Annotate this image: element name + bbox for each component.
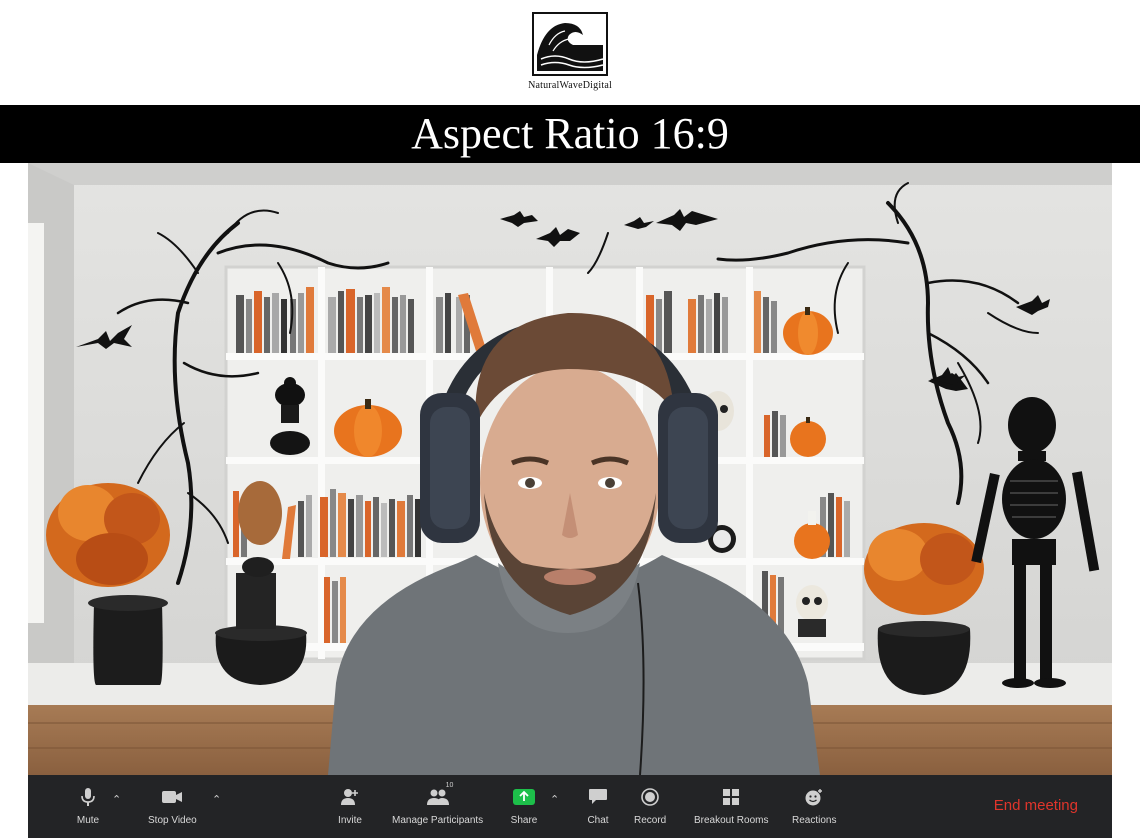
invite-button[interactable]: Invite (336, 785, 364, 826)
mute-options-chevron-icon[interactable]: ⌃ (112, 793, 121, 806)
participant-count-badge: 10 (445, 782, 454, 789)
breakout-rooms-label: Breakout Rooms (694, 815, 769, 826)
record-icon (636, 785, 664, 809)
halloween-room-image (28, 163, 1112, 775)
add-person-icon (336, 785, 364, 809)
wave-logo-icon (537, 23, 604, 71)
title-banner: Aspect Ratio 16:9 (0, 105, 1140, 163)
mute-label: Mute (76, 815, 100, 826)
mute-button[interactable]: Mute (74, 785, 102, 826)
emoji-icon (800, 785, 828, 809)
share-options-chevron-icon[interactable]: ⌃ (550, 793, 559, 806)
breakout-rooms-button[interactable]: Breakout Rooms (694, 785, 768, 826)
manage-participants-button[interactable]: 10 Manage Participants (392, 782, 484, 826)
invite-label: Invite (338, 815, 362, 826)
wave-logo (532, 12, 608, 76)
stop-video-button[interactable]: Stop Video (148, 785, 197, 826)
share-screen-icon (510, 785, 538, 809)
stop-video-label: Stop Video (148, 815, 197, 826)
banner-title: Aspect Ratio 16:9 (411, 109, 729, 158)
logo-header: NaturalWaveDigital (0, 0, 1140, 105)
reactions-label: Reactions (792, 815, 837, 826)
video-camera-icon (158, 785, 186, 809)
record-label: Record (634, 815, 667, 826)
record-button[interactable]: Record (634, 785, 666, 826)
end-meeting-button[interactable]: End meeting (994, 797, 1078, 814)
video-options-chevron-icon[interactable]: ⌃ (212, 793, 221, 806)
logo-text: NaturalWaveDigital (528, 80, 612, 91)
chat-bubble-icon (584, 785, 612, 809)
chat-button[interactable]: Chat (584, 785, 612, 826)
reactions-button[interactable]: Reactions (792, 785, 836, 826)
share-label: Share (510, 815, 538, 826)
chat-label: Chat (587, 815, 609, 826)
meeting-toolbar: Mute ⌃ Stop Video ⌃ Invite 10 Manage Par… (28, 775, 1112, 838)
people-icon: 10 (424, 782, 454, 809)
share-button[interactable]: Share (510, 785, 538, 826)
manage-participants-label: Manage Participants (392, 815, 484, 826)
grid-icon (717, 785, 745, 809)
microphone-icon (74, 785, 102, 809)
video-stage (28, 163, 1112, 775)
